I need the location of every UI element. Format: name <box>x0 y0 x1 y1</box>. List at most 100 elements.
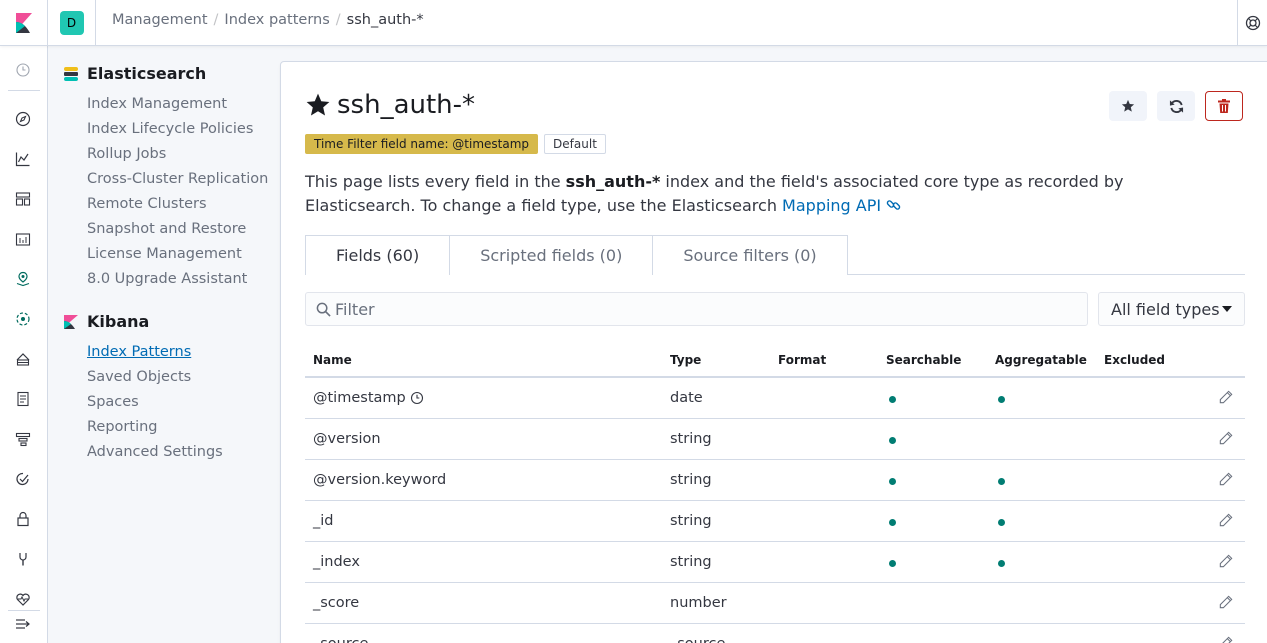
stack-monitoring-icon[interactable] <box>12 588 34 610</box>
sidebar-item-upgrade-assistant[interactable]: 8.0 Upgrade Assistant <box>87 271 247 287</box>
field-type: string <box>670 431 712 447</box>
infrastructure-icon[interactable] <box>12 348 34 370</box>
table-body: @timestamp date @version string @version.key… <box>305 378 1245 643</box>
column-header-name[interactable]: Name <box>313 353 352 367</box>
searchable-cell <box>886 472 896 485</box>
help-menu-button[interactable] <box>1237 0 1267 46</box>
edit-field-button[interactable] <box>1219 472 1233 490</box>
sidebar-item-rollup-jobs[interactable]: Rollup Jobs <box>87 146 166 162</box>
collapse-nav-icon[interactable] <box>12 613 34 635</box>
pencil-icon <box>1219 472 1233 486</box>
searchable-cell <box>886 513 896 526</box>
visualize-icon[interactable] <box>12 148 34 170</box>
elasticsearch-logo-icon <box>64 66 78 81</box>
sidebar-item-advanced-settings[interactable]: Advanced Settings <box>87 444 223 460</box>
tab-fields[interactable]: Fields (60) <box>305 235 451 275</box>
edit-field-button[interactable] <box>1219 636 1233 643</box>
space-avatar: D <box>59 11 84 35</box>
edit-field-button[interactable] <box>1219 390 1233 408</box>
clock-icon <box>410 391 423 405</box>
delete-index-pattern-button[interactable] <box>1205 91 1243 121</box>
edit-field-button[interactable] <box>1219 595 1233 613</box>
nav-divider <box>8 90 40 91</box>
tab-list: Fields (60) Scripted fields (0) Source f… <box>305 235 1245 275</box>
page-title-text: ssh_auth-* <box>337 90 476 120</box>
field-type-cell: number <box>670 595 727 611</box>
filter-box <box>305 292 1088 326</box>
dashboard-icon[interactable] <box>12 188 34 210</box>
aggregatable-dot-icon <box>998 478 1005 485</box>
field-type-cell: string <box>670 431 712 447</box>
recently-viewed-icon[interactable] <box>12 59 34 81</box>
field-type-cell: date <box>670 390 703 406</box>
field-name-cell: @timestamp <box>313 390 424 406</box>
uptime-icon[interactable] <box>12 468 34 490</box>
column-header-excluded[interactable]: Excluded <box>1104 353 1165 367</box>
sidebar-item-snapshot-restore[interactable]: Snapshot and Restore <box>87 221 246 237</box>
sidebar-item-license-management[interactable]: License Management <box>87 246 242 262</box>
page-title: ssh_auth-* <box>305 90 475 120</box>
aggregatable-dot-icon <box>998 396 1005 403</box>
maps-icon[interactable] <box>12 268 34 290</box>
column-header-searchable[interactable]: Searchable <box>886 353 961 367</box>
machine-learning-icon[interactable] <box>12 308 34 330</box>
sidebar-item-index-management[interactable]: Index Management <box>87 96 227 112</box>
pencil-icon <box>1219 595 1233 609</box>
breadcrumb: Management / Index patterns / ssh_auth-* <box>112 12 424 28</box>
refresh-fields-button[interactable] <box>1157 91 1195 121</box>
aggregatable-dot-icon <box>998 560 1005 567</box>
pencil-icon <box>1219 390 1233 404</box>
canvas-icon[interactable] <box>12 228 34 250</box>
sidebar-item-cross-cluster-replication[interactable]: Cross-Cluster Replication <box>87 171 268 187</box>
field-type-select[interactable]: All field types <box>1098 292 1245 326</box>
sidebar-item-spaces[interactable]: Spaces <box>87 394 139 410</box>
breadcrumb-index-patterns[interactable]: Index patterns <box>224 12 329 28</box>
section-title-label: Elasticsearch <box>87 64 207 83</box>
edit-field-button[interactable] <box>1219 431 1233 449</box>
field-type: string <box>670 554 712 570</box>
edit-field-button[interactable] <box>1219 554 1233 572</box>
field-name-cell: _source <box>313 636 368 643</box>
time-filter-badge: Time Filter field name: @timestamp <box>305 134 539 154</box>
tab-scripted-fields[interactable]: Scripted fields (0) <box>449 235 654 275</box>
star-icon <box>1121 99 1135 112</box>
sidebar-item-index-lifecycle-policies[interactable]: Index Lifecycle Policies <box>87 121 253 137</box>
field-name-cell: _index <box>313 554 360 570</box>
help-icon <box>1245 15 1260 31</box>
set-default-button[interactable] <box>1109 91 1147 121</box>
column-header-format[interactable]: Format <box>778 353 826 367</box>
nav-divider <box>8 610 40 611</box>
dev-tools-icon[interactable] <box>12 548 34 570</box>
fields-table: Name Type Format Searchable Aggregatable… <box>305 342 1245 643</box>
breadcrumb-management[interactable]: Management <box>112 12 208 28</box>
field-type-cell: string <box>670 554 712 570</box>
logs-icon[interactable] <box>12 388 34 410</box>
aggregatable-cell <box>995 472 1005 485</box>
siem-lock-icon[interactable] <box>12 508 34 530</box>
kibana-logo[interactable] <box>0 0 48 46</box>
sidebar-item-remote-clusters[interactable]: Remote Clusters <box>87 196 207 212</box>
sidebar-item-saved-objects[interactable]: Saved Objects <box>87 369 191 385</box>
nav-rail <box>0 46 48 643</box>
searchable-cell <box>886 554 896 567</box>
kibana-section-logo-icon <box>64 314 78 329</box>
section-title-label: Kibana <box>87 312 150 331</box>
searchable-dot-icon <box>889 396 896 403</box>
mapping-api-link[interactable]: Mapping API <box>782 196 902 215</box>
field-name-cell: @version <box>313 431 381 447</box>
tab-source-filters[interactable]: Source filters (0) <box>652 235 848 275</box>
page-description: This page lists every field in the ssh_a… <box>305 170 1225 218</box>
sidebar-item-index-patterns[interactable]: Index Patterns <box>87 344 191 360</box>
column-header-aggregatable[interactable]: Aggregatable <box>995 353 1087 367</box>
column-header-type[interactable]: Type <box>670 353 701 367</box>
filter-input[interactable] <box>335 299 1075 319</box>
apm-icon[interactable] <box>12 428 34 450</box>
discover-icon[interactable] <box>12 108 34 130</box>
sidebar-item-reporting[interactable]: Reporting <box>87 419 158 435</box>
mapping-api-link-label: Mapping API <box>782 196 882 215</box>
space-selector[interactable]: D <box>48 0 96 46</box>
edit-field-button[interactable] <box>1219 513 1233 531</box>
table-row: _index string <box>305 542 1245 583</box>
description-index-name: ssh_auth-* <box>565 172 661 191</box>
field-name: _score <box>313 595 360 611</box>
